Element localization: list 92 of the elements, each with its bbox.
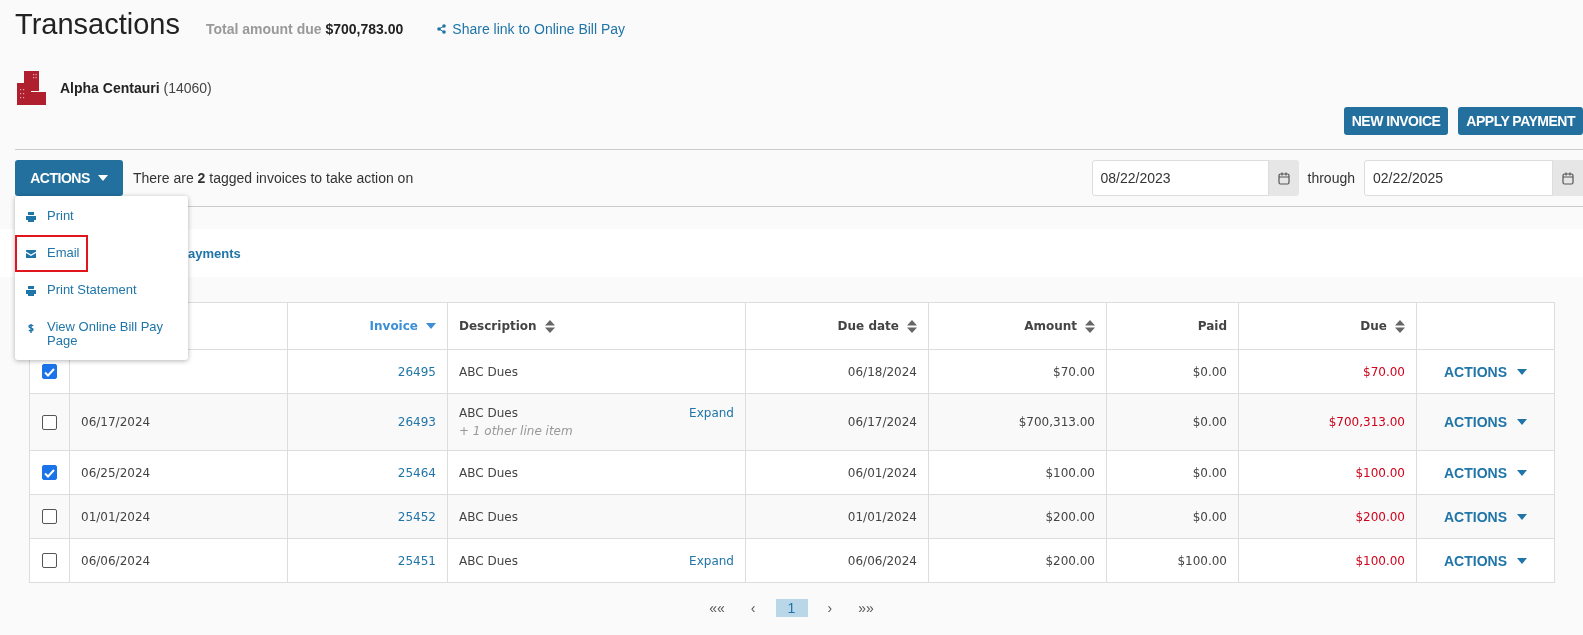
line-item-note: + 1 other line item	[459, 424, 573, 438]
date-text: 06/25/2024	[81, 465, 151, 480]
calendar-icon	[1277, 171, 1290, 185]
description-text: ABC Dues	[459, 364, 518, 379]
amount-text: $70.00	[1053, 364, 1095, 379]
sort-icon	[1085, 319, 1095, 333]
invoice-link[interactable]: 26493	[397, 415, 436, 429]
column-header[interactable]: Due	[1360, 319, 1405, 333]
actions-button[interactable]: ACTIONS	[15, 160, 123, 196]
row-checkbox[interactable]	[42, 509, 57, 524]
checkmark-icon	[44, 469, 55, 478]
due-text: $100.00	[1355, 553, 1405, 568]
envelope-icon	[25, 248, 37, 260]
amount-text: $700,313.00	[1018, 415, 1095, 429]
menu-item[interactable]: Print Statement	[15, 272, 147, 309]
dollar-icon	[25, 322, 37, 334]
date-text: 01/01/2024	[81, 509, 151, 524]
invoice-link[interactable]: 26495	[397, 364, 436, 379]
caret-icon	[1517, 368, 1527, 375]
total-amount-due: Total amount due $700,783.00	[205, 21, 404, 37]
column-header[interactable]: Paid	[1197, 319, 1227, 333]
paid-text: $0.00	[1192, 364, 1227, 379]
buildings-icon	[17, 71, 46, 105]
sort-icon	[1395, 319, 1405, 333]
calendar-button[interactable]	[1268, 160, 1299, 196]
due-date-text: 06/17/2024	[847, 415, 917, 429]
checkmark-icon	[44, 368, 55, 377]
due-text: $100.00	[1355, 465, 1405, 480]
page-title: Transactions	[15, 8, 180, 41]
date-input[interactable]: 08/22/2023	[1091, 160, 1269, 196]
row-checkbox[interactable]	[42, 465, 57, 480]
calendar-icon	[1562, 171, 1574, 185]
share-icon	[437, 24, 447, 34]
payments-tab[interactable]: ayments	[188, 245, 241, 261]
pagination-button[interactable]: ‹	[744, 599, 762, 617]
paid-text: $0.00	[1192, 415, 1227, 429]
invoice-link[interactable]: 25452	[397, 509, 436, 524]
pagination-button[interactable]: »»	[852, 599, 880, 617]
tagged-invoices-message: There are 2 tagged invoices to take action on	[133, 170, 414, 186]
pagination-button[interactable]: ›	[821, 599, 839, 617]
expand-link[interactable]: Expand	[689, 553, 734, 568]
due-date-text: 06/01/2024	[847, 465, 917, 480]
due-date-text: 01/01/2024	[847, 509, 917, 524]
menu-item[interactable]: View Online Bill Pay Page	[15, 309, 188, 348]
paid-text: $0.00	[1192, 509, 1227, 524]
due-date-text: 06/06/2024	[847, 553, 917, 568]
apply-payment-button[interactable]: APPLY PAYMENT	[1458, 107, 1583, 135]
description-text: ABC Dues	[459, 553, 518, 568]
date-input[interactable]: 02/22/2025	[1364, 160, 1553, 196]
caret-icon	[97, 175, 108, 181]
menu-item[interactable]: Email	[15, 235, 88, 272]
expand-link[interactable]: Expand	[689, 406, 734, 420]
description-text: ABC Dues	[459, 406, 518, 420]
date-text: 06/17/2024	[81, 415, 151, 429]
invoice-link[interactable]: 25464	[397, 465, 436, 480]
share-link[interactable]: Share link to Online Bill Pay	[437, 21, 626, 37]
amount-text: $100.00	[1045, 465, 1095, 480]
column-header[interactable]: Due date	[837, 319, 917, 333]
due-date-text: 06/18/2024	[847, 364, 917, 379]
column-header[interactable]: Invoice	[369, 319, 436, 333]
sort-icon	[544, 319, 555, 333]
column-header[interactable]: Amount	[1024, 319, 1095, 333]
menu-item[interactable]: Print	[15, 198, 84, 235]
date-text: 06/06/2024	[81, 553, 151, 568]
pagination-button[interactable]: ««	[703, 599, 731, 617]
new-invoice-button[interactable]: NEW INVOICE	[1343, 107, 1449, 135]
account-name: Alpha Centauri (14060)	[60, 80, 212, 96]
row-checkbox[interactable]	[42, 553, 57, 568]
paid-text: $0.00	[1192, 465, 1227, 480]
printer-icon	[25, 211, 37, 223]
sort-down-icon	[426, 323, 436, 329]
row-checkbox[interactable]	[42, 364, 57, 379]
due-text: $700,313.00	[1328, 415, 1405, 429]
amount-text: $200.00	[1045, 509, 1095, 524]
pagination-button[interactable]: 1	[775, 599, 808, 617]
sort-icon	[907, 319, 917, 333]
column-header[interactable]: Description	[459, 319, 555, 333]
row-checkbox[interactable]	[42, 414, 57, 430]
due-text: $70.00	[1363, 364, 1405, 379]
paid-text: $100.00	[1177, 553, 1227, 568]
printer-icon	[25, 285, 37, 297]
description-text: ABC Dues	[459, 509, 518, 524]
caret-icon	[1517, 469, 1527, 476]
invoice-link[interactable]: 25451	[397, 553, 436, 568]
through-label: through	[1307, 170, 1355, 186]
due-text: $200.00	[1355, 509, 1405, 524]
amount-text: $200.00	[1045, 553, 1095, 568]
description-text: ABC Dues	[459, 465, 518, 480]
caret-icon	[1517, 419, 1527, 425]
caret-icon	[1517, 557, 1527, 564]
calendar-button[interactable]	[1553, 160, 1583, 196]
caret-icon	[1517, 513, 1527, 520]
